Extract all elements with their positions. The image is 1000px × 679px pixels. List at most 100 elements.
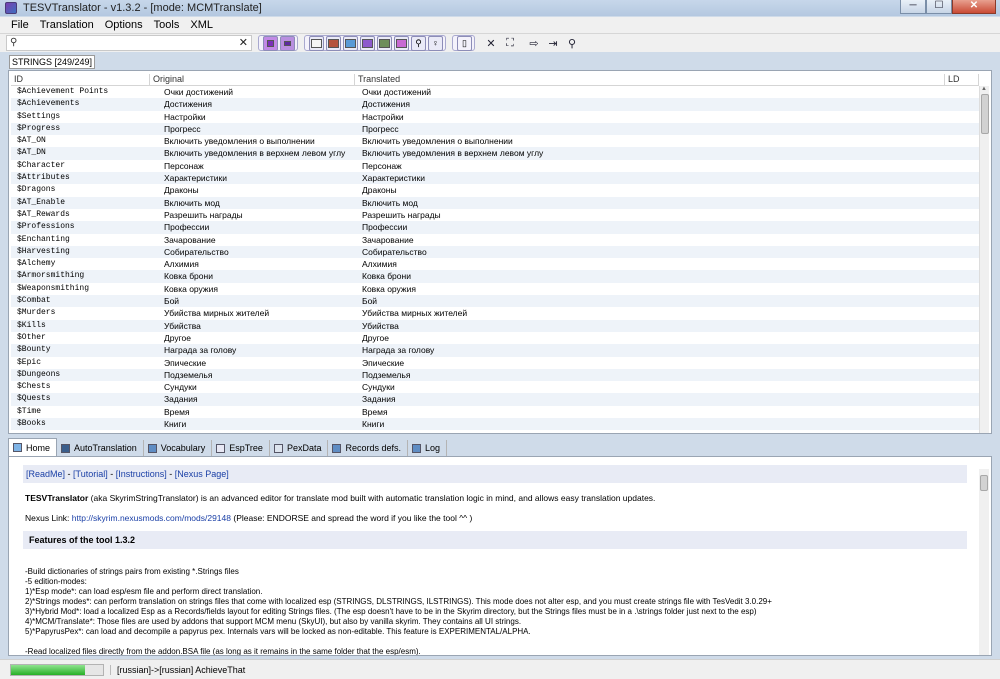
cell-ld[interactable] (945, 160, 979, 172)
table-row[interactable]: $Combat Бой Бой (11, 295, 979, 308)
cell-translated[interactable]: Включить уведомления о выполнении (355, 135, 945, 147)
grid-scrollbar-thumb[interactable] (981, 94, 989, 134)
cell-translated[interactable]: Собирательство (355, 246, 945, 258)
search-filter-icon[interactable]: ⚲ (411, 35, 426, 51)
cell-translated[interactable]: Характеристики (355, 172, 945, 184)
cell-original[interactable]: Убийства (150, 320, 355, 332)
cell-original[interactable]: Включить мод (150, 197, 355, 209)
cell-ld[interactable] (945, 111, 979, 123)
cell-id[interactable]: $Professions (11, 221, 150, 233)
cell-ld[interactable] (945, 123, 979, 135)
menu-options[interactable]: Options (100, 19, 149, 31)
table-row[interactable]: $Attributes Характеристики Характеристики (11, 172, 979, 185)
cell-ld[interactable] (945, 418, 979, 430)
cell-translated[interactable]: Персонаж (355, 160, 945, 172)
import-icon[interactable]: ⇥ (545, 35, 561, 51)
show-validated-button[interactable] (343, 35, 358, 51)
cell-original[interactable]: Разрешить награды (150, 209, 355, 221)
tab-home[interactable]: Home (8, 438, 58, 456)
cell-id[interactable]: $Epic (11, 357, 150, 369)
tab-esptree[interactable]: EspTree (212, 440, 270, 456)
cell-original[interactable]: Очки достижений (150, 86, 355, 98)
menu-file[interactable]: File (6, 19, 35, 31)
table-row[interactable]: $Dragons Драконы Драконы (11, 184, 979, 196)
cell-id[interactable]: $Progress (11, 123, 150, 135)
scroll-up-icon[interactable]: ▲ (981, 86, 987, 92)
cell-translated[interactable]: Сундуки (355, 381, 945, 393)
table-row[interactable]: $Kills Убийства Убийства (11, 319, 979, 332)
cell-ld[interactable] (945, 381, 979, 393)
column-header-original[interactable]: Original (150, 74, 355, 86)
cell-id[interactable]: $Chests (11, 381, 150, 393)
cell-id[interactable]: $Dragons (11, 184, 150, 196)
search-input[interactable] (21, 37, 231, 49)
cell-original[interactable]: Ковка оружия (150, 283, 355, 295)
cell-id[interactable]: $Armorsmithing (11, 270, 150, 282)
clear-filter-button[interactable]: ▯ (457, 35, 472, 51)
cell-translated[interactable]: Ковка брони (355, 270, 945, 282)
cell-translated[interactable]: Убийства (355, 320, 945, 332)
cell-ld[interactable] (945, 332, 979, 344)
cell-id[interactable]: $AT_Rewards (11, 209, 150, 221)
table-row[interactable]: $AT_Rewards Разрешить награды Разрешить на… (11, 209, 979, 221)
cell-original[interactable]: Время (150, 406, 355, 418)
table-row[interactable]: $AT_DN Включить уведомления в верхнем лев… (11, 147, 979, 160)
cell-id[interactable]: $Time (11, 406, 150, 418)
cell-translated[interactable]: Награда за голову (355, 344, 945, 356)
cell-translated[interactable]: Включить уведомления в верхнем левом угл… (355, 147, 945, 159)
cell-original[interactable]: Бой (150, 295, 355, 307)
tab-records-defs[interactable]: Records defs. (328, 440, 408, 456)
cell-original[interactable]: Убийства мирных жителей (150, 307, 355, 319)
table-row[interactable]: $Dungeons Подземелья Подземелья (11, 368, 979, 382)
cell-ld[interactable] (945, 369, 979, 381)
cell-id[interactable]: $Achievement Points (11, 86, 150, 98)
cell-id[interactable]: $Alchemy (11, 258, 150, 270)
show-locked-button[interactable] (394, 35, 409, 51)
table-row[interactable]: $Chests Сундуки Сундуки (11, 381, 979, 393)
table-row[interactable]: $Armorsmithing Ковка брони Ковка брони (11, 270, 979, 283)
cell-original[interactable]: Задания (150, 393, 355, 405)
cell-id[interactable]: $AT_ON (11, 135, 150, 147)
cell-original[interactable]: Прогресс (150, 123, 355, 135)
cell-ld[interactable] (945, 307, 979, 319)
home-scrollbar-thumb[interactable] (980, 475, 988, 491)
show-untranslated-button[interactable] (326, 35, 341, 51)
export-icon[interactable]: ⇨ (526, 35, 542, 51)
table-row[interactable]: $Bounty Награда за голову Награда за голов… (11, 344, 979, 357)
table-row[interactable]: $Time Время Время (11, 406, 979, 418)
cell-id[interactable]: $Weaponsmithing (11, 283, 150, 295)
show-all-button[interactable] (309, 35, 324, 51)
cell-ld[interactable] (945, 258, 979, 270)
table-row[interactable]: $Harvesting Собирательство Собирательство (11, 245, 979, 259)
cell-original[interactable]: Награда за голову (150, 344, 355, 356)
menu-xml[interactable]: XML (185, 19, 219, 31)
cell-ld[interactable] (945, 393, 979, 405)
cell-translated[interactable]: Алхимия (355, 258, 945, 270)
cell-translated[interactable]: Прогресс (355, 123, 945, 135)
cell-original[interactable]: Ковка брони (150, 270, 355, 282)
cell-ld[interactable] (945, 406, 979, 418)
maximize-button[interactable]: ☐ (926, 0, 952, 14)
cell-id[interactable]: $Combat (11, 295, 150, 307)
filter-toggle-1-button[interactable] (263, 35, 278, 51)
cell-id[interactable]: $Murders (11, 307, 150, 319)
cell-original[interactable]: Собирательство (150, 246, 355, 258)
remove-icon[interactable]: ✕ (483, 35, 499, 51)
tutorial-link[interactable]: [Tutorial] (73, 469, 108, 479)
cell-translated[interactable]: Бой (355, 295, 945, 307)
table-row[interactable]: $AT_Enable Включить мод Включить мод (11, 196, 979, 209)
cell-original[interactable]: Зачарование (150, 234, 355, 246)
cell-id[interactable]: $Attributes (11, 172, 150, 184)
nexus-url-link[interactable]: http://skyrim.nexusmods.com/mods/29148 (72, 513, 231, 523)
cell-original[interactable]: Алхимия (150, 258, 355, 270)
menu-translation[interactable]: Translation (35, 19, 100, 31)
cell-translated[interactable]: Книги (355, 418, 945, 430)
tab-pexdata[interactable]: PexData (270, 440, 329, 456)
cell-ld[interactable] (945, 86, 979, 98)
close-button[interactable]: ✕ (952, 0, 996, 14)
table-row[interactable]: $Enchanting Зачарование Зачарование (11, 234, 979, 246)
column-header-translated[interactable]: Translated (355, 74, 945, 86)
table-row[interactable]: $Murders Убийства мирных жителей Убийства … (11, 307, 979, 319)
cell-translated[interactable]: Очки достижений (355, 86, 945, 98)
tab-log[interactable]: Log (408, 440, 448, 456)
